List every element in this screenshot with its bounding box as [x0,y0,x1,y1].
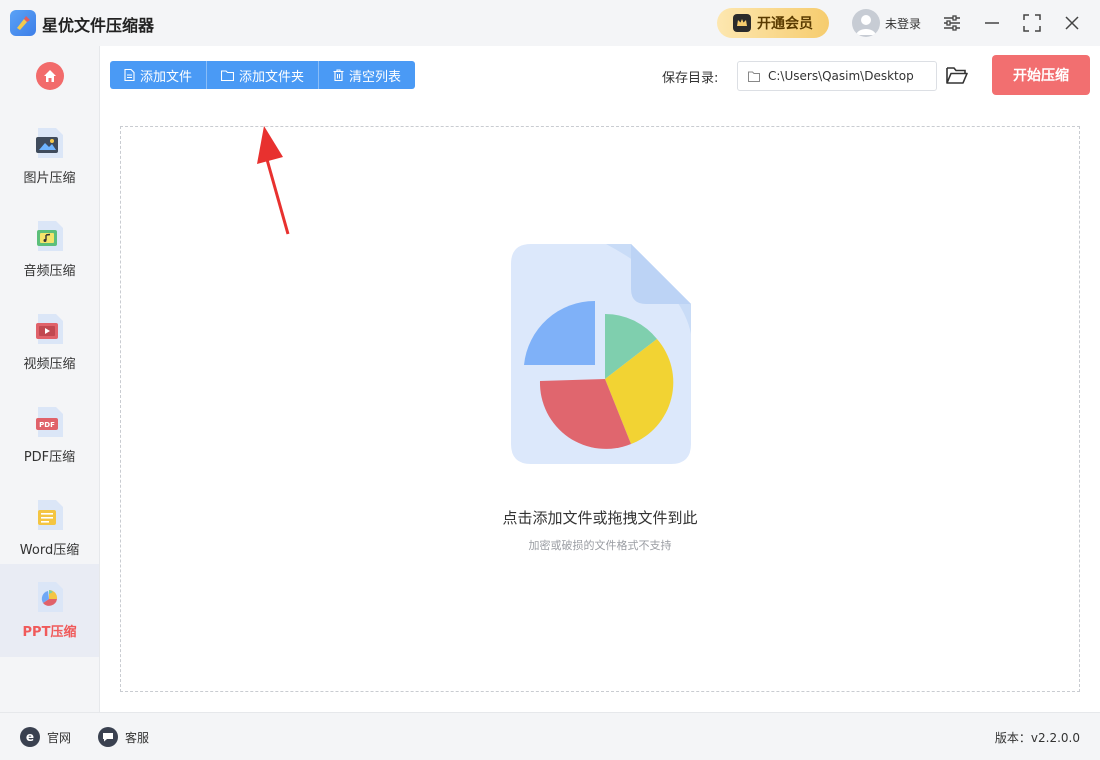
sidebar-item-video[interactable]: 视频压缩 [0,296,99,389]
drop-zone-title: 点击添加文件或拖拽文件到此 [502,509,698,527]
word-file-icon [37,500,63,530]
sidebar: 图片压缩 音频压缩 视频压缩 PDF PDF压缩 Word压缩 PPT压缩 [0,46,100,712]
sidebar-item-image[interactable]: 图片压缩 [0,110,99,203]
sidebar-item-label: PPT压缩 [22,625,77,640]
browser-e-icon: e [20,727,40,747]
minimize-button[interactable] [980,11,1004,35]
website-label: 官网 [47,730,72,745]
customer-service-link[interactable]: 客服 [98,727,149,747]
clear-list-button[interactable]: 清空列表 [319,61,415,89]
home-button[interactable] [36,62,64,90]
start-compress-button[interactable]: 开始压缩 [992,55,1090,95]
sliders-icon [944,15,960,31]
main-panel: 添加文件 添加文件夹 清空列表 保存目录: 开始压缩 点击添加文件或拖拽文件到此… [100,46,1100,712]
sidebar-item-label: PDF压缩 [23,450,76,465]
home-icon [44,70,56,82]
title-bar: 星优文件压缩器 开通会员 未登录 [0,0,1100,46]
pdf-badge-text: PDF [39,421,55,429]
avatar-icon [852,9,880,37]
minimize-icon [985,22,999,24]
vip-label: 开通会员 [757,16,813,32]
service-label: 客服 [125,730,150,745]
drop-zone-hint: 加密或破损的文件格式不支持 [528,539,672,552]
folder-icon [221,69,235,81]
clear-list-label: 清空列表 [349,69,402,85]
close-button[interactable] [1060,11,1084,35]
login-button[interactable]: 未登录 [852,9,921,37]
ppt-document-illustration-icon [511,244,691,464]
app-logo-icon [10,10,36,36]
sidebar-item-audio[interactable]: 音频压缩 [0,203,99,296]
image-file-icon [35,128,63,158]
settings-button[interactable] [940,11,964,35]
folder-outline-icon [748,71,760,82]
website-link[interactable]: e 官网 [20,727,71,747]
sidebar-item-word[interactable]: Word压缩 [0,482,99,575]
trash-icon [333,69,344,81]
maximize-icon [1023,14,1041,32]
maximize-button[interactable] [1020,11,1044,35]
version-text: 版本：v2.2.0.0 [994,731,1080,745]
drop-zone[interactable]: 点击添加文件或拖拽文件到此 加密或破损的文件格式不支持 [120,126,1080,692]
close-icon [1065,16,1079,30]
pdf-file-icon: PDF [35,407,63,437]
browse-folder-icon[interactable] [946,65,968,85]
sidebar-item-label: 音频压缩 [23,264,76,279]
audio-file-icon [36,221,63,251]
add-file-button[interactable]: 添加文件 [110,61,208,89]
ppt-file-icon [37,582,63,612]
file-toolbar: 添加文件 添加文件夹 清空列表 [110,61,416,89]
user-label: 未登录 [885,16,922,31]
save-dir-label: 保存目录: [662,71,719,86]
sidebar-item-pdf[interactable]: PDF PDF压缩 [0,389,99,482]
file-icon [124,69,135,81]
vip-button[interactable]: 开通会员 [717,8,829,38]
save-path-field[interactable] [737,61,937,91]
sidebar-item-ppt[interactable]: PPT压缩 [0,564,99,657]
sidebar-item-label: 视频压缩 [23,357,76,372]
footer: e 官网 客服 版本：v2.2.0.0 [0,712,1100,760]
sidebar-item-label: 图片压缩 [23,171,76,186]
save-path-input[interactable] [768,69,918,83]
add-file-label: 添加文件 [140,69,193,85]
app-title: 星优文件压缩器 [42,16,155,35]
chat-bubble-icon [98,727,118,747]
crown-icon [733,14,751,32]
add-folder-button[interactable]: 添加文件夹 [207,61,320,89]
sidebar-item-label: Word压缩 [19,543,80,558]
add-folder-label: 添加文件夹 [239,69,305,85]
video-file-icon [35,314,63,344]
